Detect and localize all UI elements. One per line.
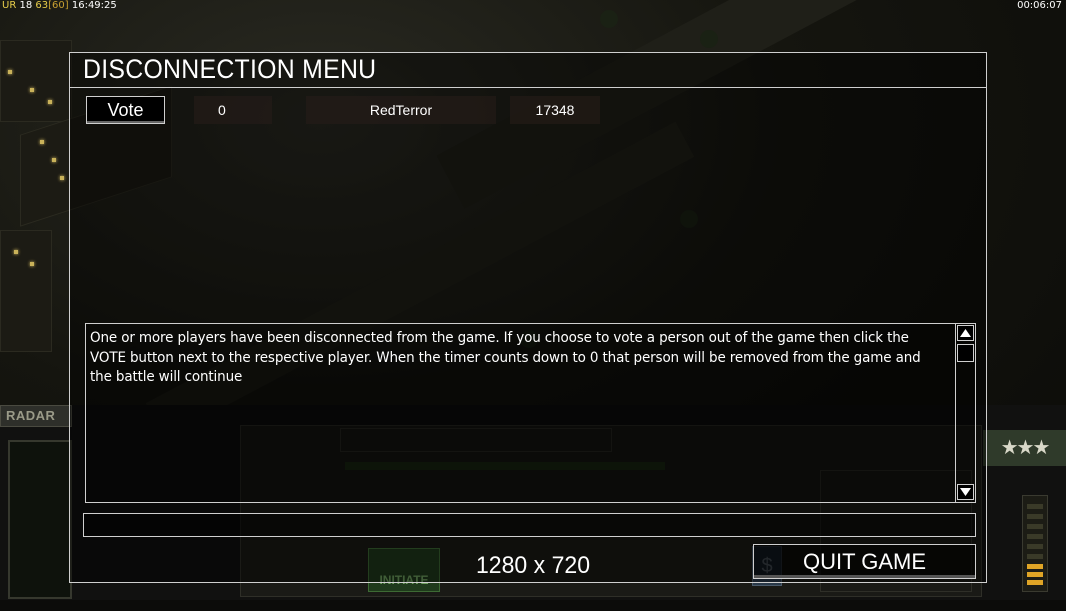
rank-stars: ★★★ (983, 430, 1066, 466)
radar-minimap[interactable] (8, 440, 72, 599)
message-text: One or more players have been disconnect… (90, 330, 921, 385)
message-box: One or more players have been disconnect… (85, 323, 976, 503)
player-timer: 17348 (535, 102, 575, 118)
fps-max: [60] (48, 0, 69, 11)
arrow-down-icon (960, 488, 971, 496)
scroll-down-button[interactable] (957, 484, 974, 500)
radar-label: RADAR (6, 408, 56, 423)
game-timer: 00:06:07 (1017, 0, 1062, 11)
scroll-up-button[interactable] (957, 325, 974, 341)
performance-stats: UR 18 63[60] 16:49:25 (2, 0, 117, 11)
power-meter (1022, 495, 1048, 592)
disconnection-menu: DISCONNECTION MENU Vote 0 RedTerror 1734… (69, 52, 987, 583)
ur-label: UR (2, 0, 17, 11)
scroll-thumb[interactable] (957, 344, 974, 362)
vote-button[interactable]: Vote (86, 96, 165, 124)
message-scrollbar[interactable] (955, 324, 975, 502)
clock: 16:49:25 (71, 0, 117, 11)
dialog-title: DISCONNECTION MENU (83, 54, 377, 84)
resolution-label: 1280 x 720 (475, 552, 591, 579)
chat-input[interactable] (83, 513, 976, 537)
arrow-up-icon (960, 329, 971, 337)
fps-value: 63 (35, 0, 49, 11)
player-name: RedTerror (369, 102, 433, 118)
vote-count: 0 (218, 102, 226, 118)
player-row: Vote 0 RedTerror 17348 (86, 96, 666, 124)
ur-value: 18 (19, 0, 33, 11)
dialog-title-bar: DISCONNECTION MENU (70, 53, 986, 88)
quit-game-button[interactable]: QUIT GAME (753, 544, 976, 579)
